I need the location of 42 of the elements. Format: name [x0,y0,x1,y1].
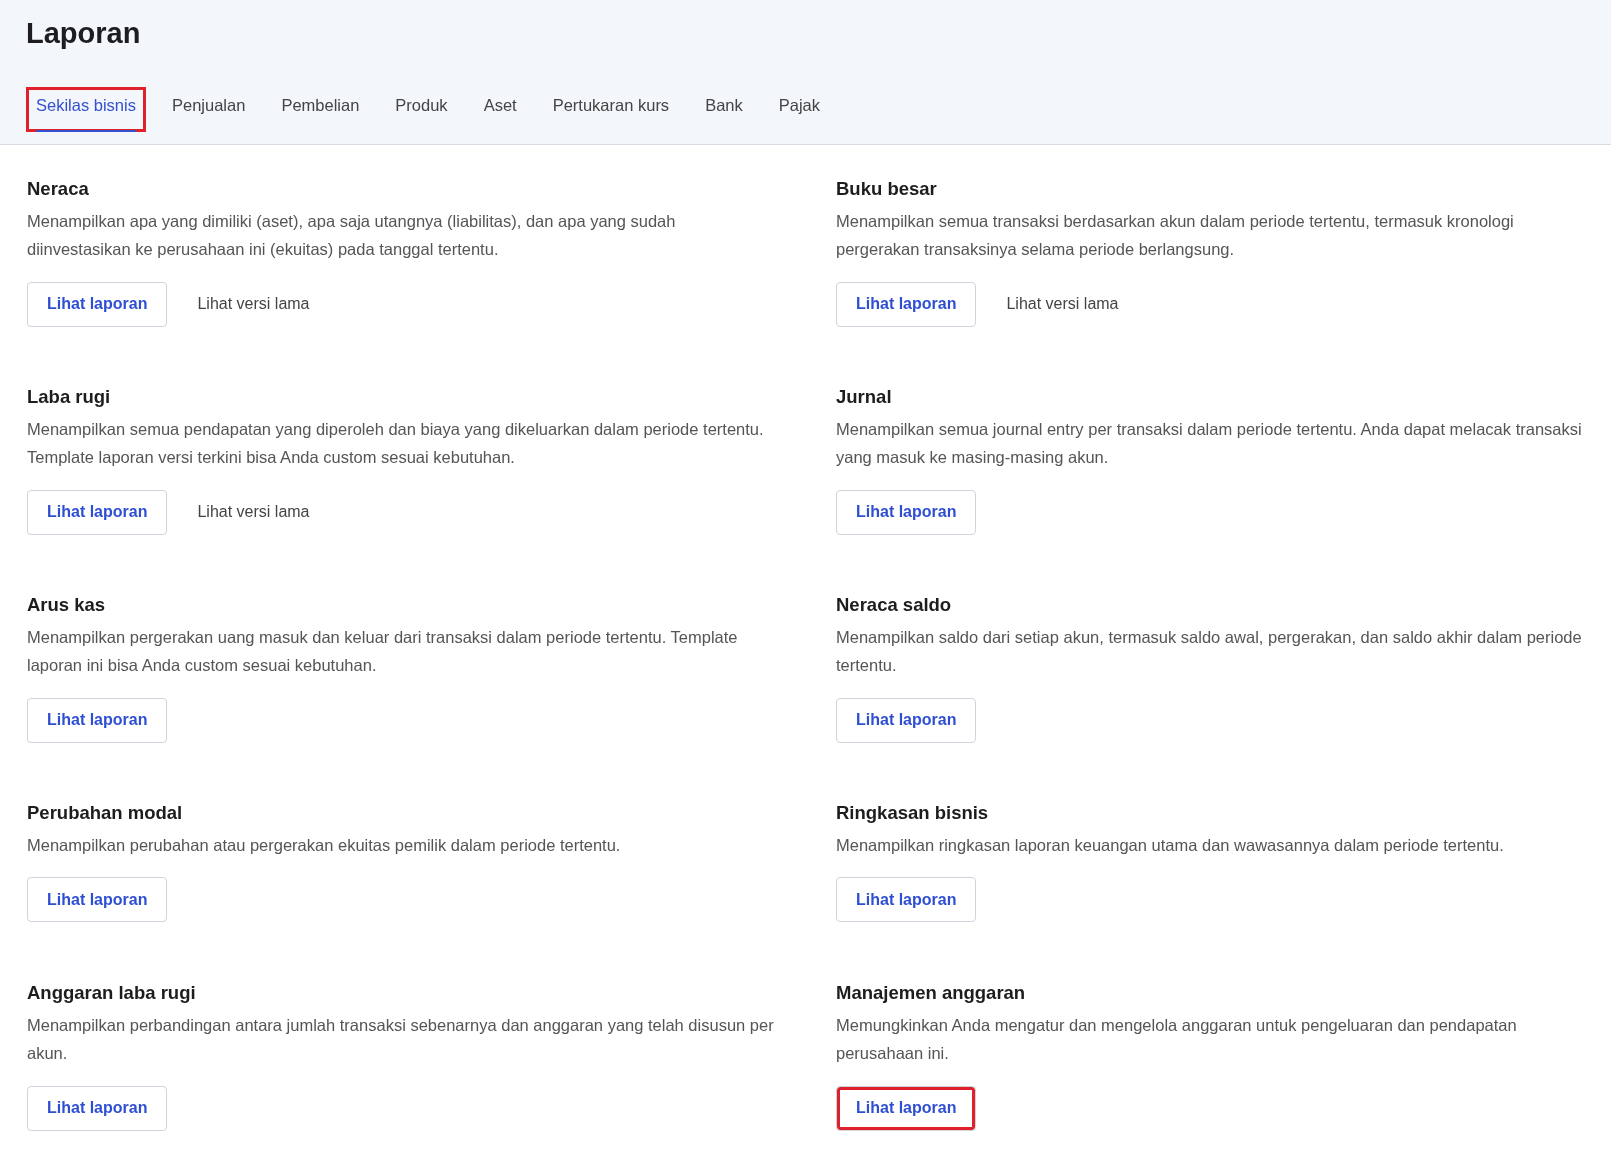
old-version-link[interactable]: Lihat versi lama [197,292,310,317]
report-title: Neraca [27,177,90,201]
tab[interactable]: Pajak [768,86,830,132]
view-report-button[interactable]: Lihat laporan [836,877,977,923]
tab[interactable]: Pertukaran kurs [542,86,680,132]
view-report-button[interactable]: Lihat laporan [836,1085,977,1131]
report-title: Laba rugi [27,385,112,409]
view-report-button[interactable]: Lihat laporan [836,281,977,327]
report-description: Menampilkan ringkasan laporan keuangan utama dan wawasannya dalam periode tertentu. [836,834,1505,856]
report-title: Buku besar [836,177,938,201]
tab[interactable]: Aset [473,86,527,132]
view-report-button[interactable]: Lihat laporan [27,281,168,327]
report-title: Perubahan modal [27,801,184,825]
report-description: Menampilkan perbandingan antara jumlah transaksi sebenarnya dan anggaran yang telah disusun per akun. [27,1014,775,1065]
report-description: Menampilkan semua pendapatan yang diperoleh dan biaya yang dikeluarkan dalam periode tertentu. Template laporan versi terkini bisa Anda custom sesuai kebutuhan. [27,418,765,469]
view-report-button[interactable]: Lihat laporan [27,697,168,743]
report-description: Menampilkan pergerakan uang masuk dan keluar dari transaksi dalam periode tertentu. Template laporan ini bisa Anda custom sesuai kebutuhan. [27,626,739,677]
report-description: Menampilkan semua journal entry per transaksi dalam periode tertentu. Anda dapat melacak transaksi yang masuk ke masing-masing akun. [836,418,1583,469]
report-description: Menampilkan perubahan atau pergerakan ekuitas pemilik dalam periode tertentu. [27,834,622,856]
view-report-button[interactable]: Lihat laporan [27,489,168,535]
report-description: Menampilkan saldo dari setiap akun, termasuk saldo awal, pergerakan, dan saldo akhir dalam periode tertentu. [836,626,1583,677]
report-description: Memungkinkan Anda mengatur dan mengelola anggaran untuk pengeluaran dan pendapatan perusahaan ini. [836,1014,1518,1065]
report-title: Manajemen anggaran [836,981,1027,1005]
tab[interactable]: Sekilas bisnis [26,86,146,132]
report-title: Ringkasan bisnis [836,801,990,825]
report-title: Neraca saldo [836,593,953,617]
report-description: Menampilkan semua transaksi berdasarkan akun dalam periode tertentu, termasuk kronologi pergerakan transaksinya selama periode berlangsung. [836,210,1515,261]
tab[interactable]: Pembelian [271,86,370,132]
report-title: Jurnal [836,385,893,409]
tab[interactable]: Penjualan [161,86,256,132]
old-version-link[interactable]: Lihat versi lama [1006,292,1119,317]
view-report-button[interactable]: Lihat laporan [27,1085,168,1131]
tab[interactable]: Produk [385,86,458,132]
report-title: Anggaran laba rugi [27,981,197,1005]
view-report-button[interactable]: Lihat laporan [27,877,168,923]
view-report-button[interactable]: Lihat laporan [836,489,977,535]
page-title: Laporan [26,16,142,51]
view-report-button[interactable]: Lihat laporan [836,697,977,743]
tab[interactable]: Bank [695,86,753,132]
report-description: Menampilkan apa yang dimiliki (aset), apa saja utangnya (liabilitas), dan apa yang sudah diinvestasikan ke perusahaan ini (ekuitas) pada tanggal tertentu. [27,210,677,261]
report-title: Arus kas [27,593,107,617]
old-version-link[interactable]: Lihat versi lama [197,500,310,525]
